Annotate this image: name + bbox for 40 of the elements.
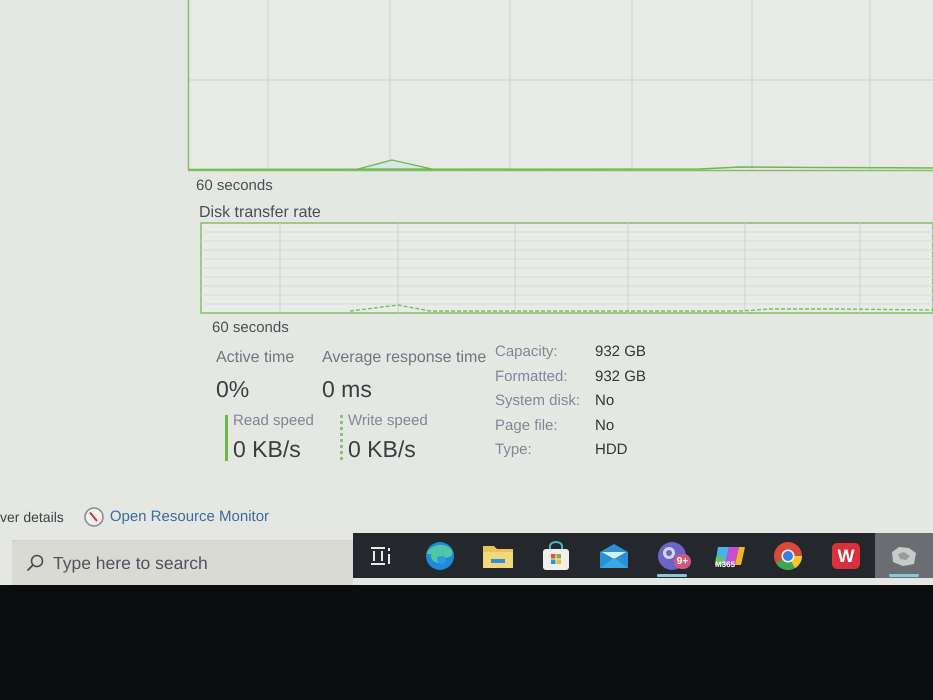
gauge-icon: [84, 507, 104, 527]
property-value: 932 GB: [595, 366, 646, 387]
taskbar-button[interactable]: M365: [701, 533, 759, 578]
app-label: M365: [715, 560, 736, 570]
stat-value: 0%: [216, 375, 250, 404]
ring-logo-icon: [773, 540, 803, 570]
search-icon: [26, 554, 44, 572]
speed-label: Read speed: [233, 411, 314, 431]
property-label: Formatted:: [495, 366, 569, 387]
legend-line-icon: [340, 415, 343, 461]
stat-label: Active time: [216, 348, 296, 368]
envelope-icon: [599, 542, 629, 568]
notification-badge: 9+: [674, 554, 691, 569]
speed-value: 0 KB/s: [348, 435, 417, 464]
search-input[interactable]: Type here to search: [53, 550, 338, 576]
shopping-bag-icon: [542, 540, 570, 570]
w-logo: W: [832, 542, 860, 568]
graph-time-caption: 60 seconds: [212, 318, 289, 338]
stat-label: Average response time: [322, 348, 486, 368]
graph-title: Disk transfer rate: [199, 204, 321, 222]
property-value: No: [595, 391, 616, 412]
taskbar-button[interactable]: W: [817, 533, 875, 578]
graph-time-caption: 60 seconds: [196, 176, 273, 196]
property-label: Capacity:: [495, 342, 559, 362]
taskbar-button[interactable]: 9+: [643, 533, 701, 578]
legend-line-icon: [225, 415, 228, 461]
swirl-icon: [425, 540, 455, 570]
property-value: No: [595, 416, 616, 436]
stat-value: 0 ms: [322, 375, 373, 404]
resource-monitor-link[interactable]: Open Resource Monitor: [110, 506, 270, 528]
tiles-icon: [714, 544, 746, 566]
property-value: 932 GB: [595, 342, 646, 362]
property-label: Page file:: [495, 416, 559, 436]
property-label: System disk:: [495, 391, 582, 412]
speed-value: 0 KB/s: [233, 435, 302, 464]
search-bar[interactable]: Type here to search: [12, 540, 353, 585]
speed-label: Write speed: [348, 411, 428, 431]
property-label: Type:: [495, 440, 533, 460]
details-link[interactable]: ver details: [0, 506, 64, 528]
property-value: HDD: [595, 440, 628, 460]
